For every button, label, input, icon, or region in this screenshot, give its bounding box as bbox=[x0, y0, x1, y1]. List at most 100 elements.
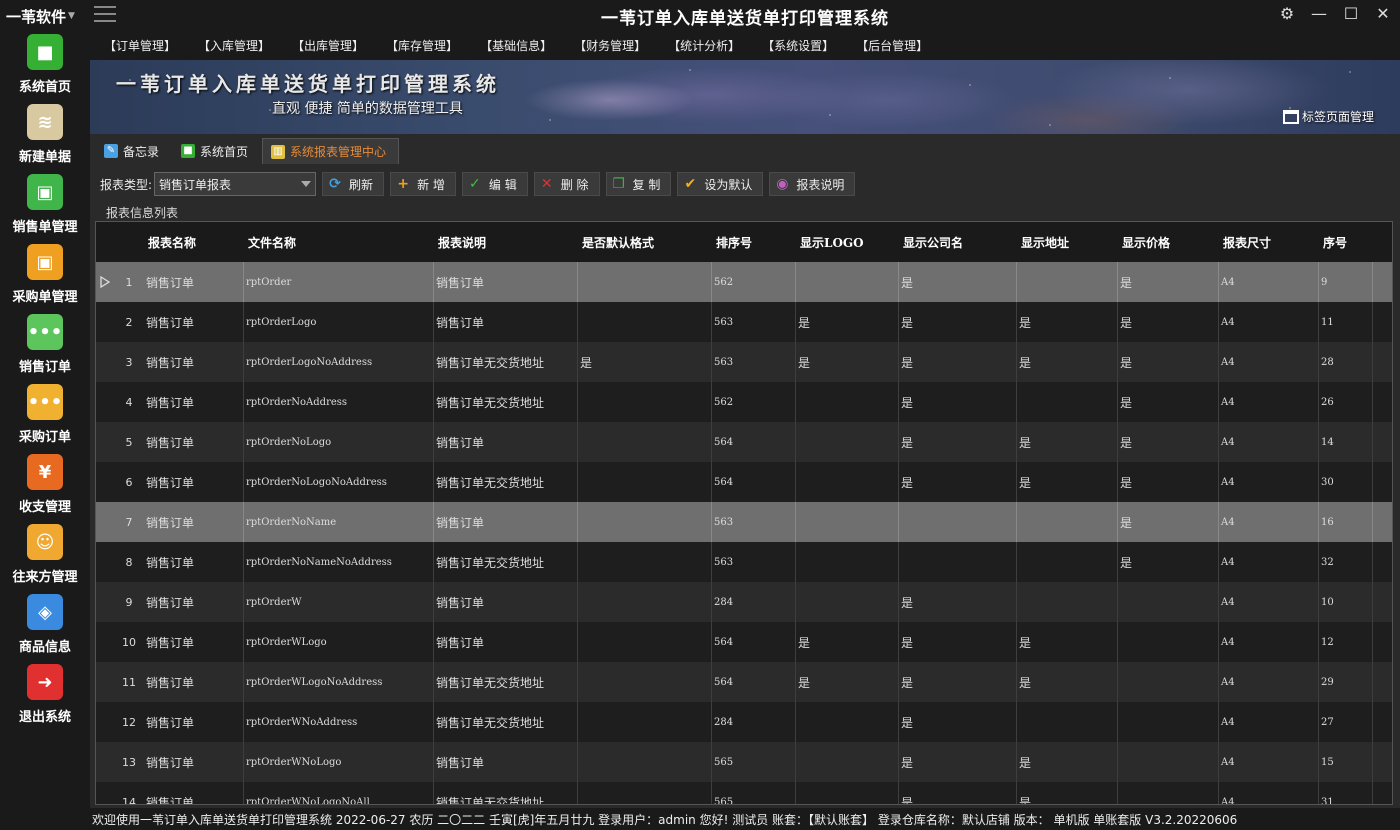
close-button[interactable]: ✕ bbox=[1374, 4, 1392, 23]
table-cell[interactable]: 销售订单 bbox=[144, 502, 244, 542]
table-cell[interactable]: 销售订单 bbox=[144, 782, 244, 804]
table-cell[interactable]: 是 bbox=[1017, 422, 1118, 462]
table-cell[interactable]: 563 bbox=[712, 502, 796, 542]
sidebar-item-9[interactable]: ◈ 商品信息 bbox=[0, 592, 90, 662]
table-cell[interactable] bbox=[796, 542, 899, 582]
table-row[interactable]: 13 销售订单 rptOrderWNoLogo 销售订单 565 是是 A4 15 bbox=[96, 742, 1392, 782]
column-header[interactable]: 显示公司名 bbox=[899, 222, 1017, 262]
table-cell[interactable] bbox=[578, 382, 712, 422]
table-cell[interactable] bbox=[578, 582, 712, 622]
table-cell[interactable]: 销售订单 bbox=[434, 302, 578, 342]
check-button[interactable]: ✓ 编 辑 bbox=[461, 172, 528, 196]
table-cell[interactable] bbox=[578, 542, 712, 582]
table-cell[interactable]: rptOrderNoLogo bbox=[244, 422, 434, 462]
table-cell[interactable]: 销售订单 bbox=[144, 622, 244, 662]
table-cell[interactable]: 是 bbox=[899, 462, 1017, 502]
table-row[interactable]: 4 销售订单 rptOrderNoAddress 销售订单无交货地址 562 是是 A4 26 bbox=[96, 382, 1392, 422]
table-cell[interactable]: 销售订单 bbox=[144, 702, 244, 742]
table-cell[interactable]: 销售订单 bbox=[144, 382, 244, 422]
info-button[interactable]: ◉ 报表说明 bbox=[769, 172, 856, 196]
table-cell[interactable] bbox=[578, 702, 712, 742]
table-cell[interactable]: A4 bbox=[1219, 702, 1319, 742]
column-header[interactable]: 文件名称 bbox=[244, 222, 434, 262]
table-cell[interactable]: 31 bbox=[1319, 782, 1373, 804]
table-cell[interactable]: A4 bbox=[1219, 382, 1319, 422]
copy-button[interactable]: ❐ 复 制 bbox=[605, 172, 672, 196]
table-cell[interactable]: 销售订单无交货地址 bbox=[434, 702, 578, 742]
table-cell[interactable]: 284 bbox=[712, 582, 796, 622]
minimize-button[interactable]: — bbox=[1310, 4, 1328, 23]
table-cell[interactable]: A4 bbox=[1219, 542, 1319, 582]
table-cell[interactable]: 564 bbox=[712, 462, 796, 502]
table-cell[interactable]: rptOrderNoAddress bbox=[244, 382, 434, 422]
table-cell[interactable] bbox=[578, 502, 712, 542]
table-cell[interactable]: 11 bbox=[1319, 302, 1373, 342]
table-cell[interactable] bbox=[1017, 382, 1118, 422]
table-cell[interactable]: 销售订单无交货地址 bbox=[434, 542, 578, 582]
table-cell[interactable]: 是 bbox=[1017, 342, 1118, 382]
table-cell[interactable]: 是 bbox=[899, 262, 1017, 302]
table-cell[interactable]: 是 bbox=[899, 622, 1017, 662]
table-cell[interactable]: rptOrderWNoAddress bbox=[244, 702, 434, 742]
table-cell[interactable]: rptOrderLogo bbox=[244, 302, 434, 342]
table-cell[interactable]: A4 bbox=[1219, 782, 1319, 804]
column-header[interactable]: 报表尺寸 bbox=[1219, 222, 1319, 262]
table-row[interactable]: 9 销售订单 rptOrderW 销售订单 284 是 A4 10 bbox=[96, 582, 1392, 622]
table-cell[interactable]: 32 bbox=[1319, 542, 1373, 582]
table-cell[interactable] bbox=[1118, 622, 1219, 662]
table-cell[interactable]: A4 bbox=[1219, 622, 1319, 662]
table-cell[interactable] bbox=[1017, 502, 1118, 542]
table-cell[interactable]: 是 bbox=[1017, 622, 1118, 662]
table-cell[interactable] bbox=[578, 622, 712, 662]
table-row[interactable]: 7 销售订单 rptOrderNoName 销售订单 563 是 A4 16 bbox=[96, 502, 1392, 542]
table-cell[interactable] bbox=[796, 462, 899, 502]
sidebar-item-4[interactable]: ▣ 采购单管理 bbox=[0, 242, 90, 312]
sidebar-item-7[interactable]: ¥ 收支管理 bbox=[0, 452, 90, 522]
table-cell[interactable]: 是 bbox=[796, 342, 899, 382]
sidebar-item-3[interactable]: ▣ 销售单管理 bbox=[0, 172, 90, 242]
menu-item-8[interactable]: 【系统设置】 bbox=[762, 37, 834, 54]
table-cell[interactable]: A4 bbox=[1219, 582, 1319, 622]
table-cell[interactable]: 是 bbox=[899, 702, 1017, 742]
table-cell[interactable] bbox=[578, 422, 712, 462]
sidebar-item-2[interactable]: ≋ 新建单据 bbox=[0, 102, 90, 172]
table-cell[interactable] bbox=[1118, 662, 1219, 702]
table-cell[interactable]: rptOrderWNoLogo bbox=[244, 742, 434, 782]
table-cell[interactable]: 562 bbox=[712, 382, 796, 422]
table-cell[interactable]: rptOrderNoNameNoAddress bbox=[244, 542, 434, 582]
table-cell[interactable]: 销售订单 bbox=[144, 662, 244, 702]
table-row[interactable]: 3 销售订单 rptOrderLogoNoAddress 销售订单无交货地址是 563 是… bbox=[96, 342, 1392, 382]
table-cell[interactable] bbox=[796, 262, 899, 302]
menu-item-1[interactable]: 【订单管理】 bbox=[104, 37, 176, 54]
table-row[interactable]: 10 销售订单 rptOrderWLogo 销售订单 564 是是是 A4 12 bbox=[96, 622, 1392, 662]
table-cell[interactable]: 563 bbox=[712, 302, 796, 342]
table-cell[interactable]: 是 bbox=[899, 382, 1017, 422]
sidebar-item-8[interactable]: ☺ 往来方管理 bbox=[0, 522, 90, 592]
column-header[interactable]: 序号 bbox=[1319, 222, 1373, 262]
sidebar-item-10[interactable]: ➜ 退出系统 bbox=[0, 662, 90, 732]
table-cell[interactable] bbox=[1017, 702, 1118, 742]
menu-item-4[interactable]: 【库存管理】 bbox=[386, 37, 458, 54]
table-cell[interactable]: 是 bbox=[796, 662, 899, 702]
table-cell[interactable]: 是 bbox=[1118, 382, 1219, 422]
sidebar-item-1[interactable]: ■ 系统首页 bbox=[0, 32, 90, 102]
table-cell[interactable]: rptOrderWLogoNoAddress bbox=[244, 662, 434, 702]
column-header[interactable]: 报表说明 bbox=[434, 222, 578, 262]
table-cell[interactable]: 销售订单无交货地址 bbox=[434, 782, 578, 804]
table-cell[interactable]: 销售订单无交货地址 bbox=[434, 662, 578, 702]
table-cell[interactable] bbox=[796, 742, 899, 782]
table-cell[interactable]: 29 bbox=[1319, 662, 1373, 702]
table-row[interactable]: 1 销售订单 rptOrder 销售订单 562 是是 A4 9 bbox=[96, 262, 1392, 302]
table-cell[interactable]: 是 bbox=[1017, 662, 1118, 702]
table-cell[interactable]: 564 bbox=[712, 662, 796, 702]
table-cell[interactable] bbox=[1017, 262, 1118, 302]
table-cell[interactable]: 销售订单 bbox=[144, 742, 244, 782]
table-row[interactable]: 14 销售订单 rptOrderWNoLogoNoAll 销售订单无交货地址 565 是是… bbox=[96, 782, 1392, 804]
table-cell[interactable]: 销售订单 bbox=[144, 302, 244, 342]
sidebar-item-5[interactable]: ••• 销售订单 bbox=[0, 312, 90, 382]
table-cell[interactable] bbox=[1118, 742, 1219, 782]
table-cell[interactable]: rptOrderWLogo bbox=[244, 622, 434, 662]
table-cell[interactable]: A4 bbox=[1219, 302, 1319, 342]
table-cell[interactable]: 销售订单 bbox=[434, 582, 578, 622]
table-cell[interactable]: 销售订单 bbox=[434, 502, 578, 542]
